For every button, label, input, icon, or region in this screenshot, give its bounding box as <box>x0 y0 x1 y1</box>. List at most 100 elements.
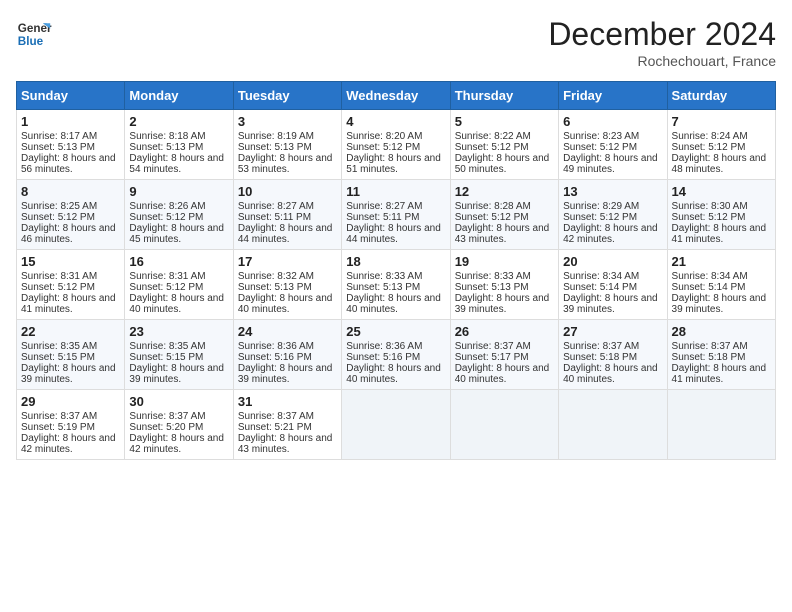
sunset: Sunset: 5:12 PM <box>455 212 529 223</box>
sunrise: Sunrise: 8:28 AM <box>455 201 531 212</box>
calendar-day-cell: 29 Sunrise: 8:37 AM Sunset: 5:19 PM Dayl… <box>17 390 125 460</box>
sunset: Sunset: 5:13 PM <box>21 142 95 153</box>
sunset: Sunset: 5:15 PM <box>21 352 95 363</box>
day-number: 20 <box>563 254 662 269</box>
daylight: Daylight: 8 hours and 41 minutes. <box>21 293 116 315</box>
calendar-week-row: 8 Sunrise: 8:25 AM Sunset: 5:12 PM Dayli… <box>17 180 776 250</box>
sunrise: Sunrise: 8:22 AM <box>455 131 531 142</box>
day-number: 22 <box>21 324 120 339</box>
sunset: Sunset: 5:14 PM <box>563 282 637 293</box>
col-thursday: Thursday <box>450 82 558 110</box>
sunset: Sunset: 5:12 PM <box>346 142 420 153</box>
sunset: Sunset: 5:14 PM <box>672 282 746 293</box>
col-saturday: Saturday <box>667 82 775 110</box>
sunset: Sunset: 5:20 PM <box>129 422 203 433</box>
calendar-day-cell: 6 Sunrise: 8:23 AM Sunset: 5:12 PM Dayli… <box>559 110 667 180</box>
sunrise: Sunrise: 8:37 AM <box>238 411 314 422</box>
daylight: Daylight: 8 hours and 54 minutes. <box>129 153 224 175</box>
sunset: Sunset: 5:13 PM <box>238 282 312 293</box>
day-number: 3 <box>238 114 337 129</box>
sunrise: Sunrise: 8:36 AM <box>238 341 314 352</box>
sunrise: Sunrise: 8:23 AM <box>563 131 639 142</box>
daylight: Daylight: 8 hours and 40 minutes. <box>129 293 224 315</box>
calendar-day-cell: 3 Sunrise: 8:19 AM Sunset: 5:13 PM Dayli… <box>233 110 341 180</box>
calendar-day-cell: 23 Sunrise: 8:35 AM Sunset: 5:15 PM Dayl… <box>125 320 233 390</box>
sunset: Sunset: 5:16 PM <box>346 352 420 363</box>
calendar-day-cell: 30 Sunrise: 8:37 AM Sunset: 5:20 PM Dayl… <box>125 390 233 460</box>
sunrise: Sunrise: 8:20 AM <box>346 131 422 142</box>
day-number: 11 <box>346 184 445 199</box>
sunset: Sunset: 5:12 PM <box>672 142 746 153</box>
sunset: Sunset: 5:12 PM <box>21 212 95 223</box>
calendar-day-cell: 31 Sunrise: 8:37 AM Sunset: 5:21 PM Dayl… <box>233 390 341 460</box>
sunrise: Sunrise: 8:32 AM <box>238 271 314 282</box>
day-number: 13 <box>563 184 662 199</box>
day-number: 2 <box>129 114 228 129</box>
col-wednesday: Wednesday <box>342 82 450 110</box>
calendar-day-cell: 24 Sunrise: 8:36 AM Sunset: 5:16 PM Dayl… <box>233 320 341 390</box>
sunrise: Sunrise: 8:34 AM <box>672 271 748 282</box>
calendar-day-cell: 20 Sunrise: 8:34 AM Sunset: 5:14 PM Dayl… <box>559 250 667 320</box>
daylight: Daylight: 8 hours and 39 minutes. <box>455 293 550 315</box>
sunset: Sunset: 5:13 PM <box>455 282 529 293</box>
daylight: Daylight: 8 hours and 50 minutes. <box>455 153 550 175</box>
calendar-day-cell <box>342 390 450 460</box>
calendar-day-cell: 14 Sunrise: 8:30 AM Sunset: 5:12 PM Dayl… <box>667 180 775 250</box>
day-number: 4 <box>346 114 445 129</box>
sunrise: Sunrise: 8:34 AM <box>563 271 639 282</box>
calendar-day-cell: 19 Sunrise: 8:33 AM Sunset: 5:13 PM Dayl… <box>450 250 558 320</box>
sunrise: Sunrise: 8:17 AM <box>21 131 97 142</box>
day-number: 6 <box>563 114 662 129</box>
daylight: Daylight: 8 hours and 41 minutes. <box>672 223 767 245</box>
sunrise: Sunrise: 8:35 AM <box>129 341 205 352</box>
day-number: 25 <box>346 324 445 339</box>
sunrise: Sunrise: 8:33 AM <box>346 271 422 282</box>
logo: General Blue <box>16 16 52 52</box>
sunrise: Sunrise: 8:18 AM <box>129 131 205 142</box>
calendar-week-row: 29 Sunrise: 8:37 AM Sunset: 5:19 PM Dayl… <box>17 390 776 460</box>
month-title: December 2024 <box>548 16 776 53</box>
sunrise: Sunrise: 8:26 AM <box>129 201 205 212</box>
sunset: Sunset: 5:17 PM <box>455 352 529 363</box>
daylight: Daylight: 8 hours and 39 minutes. <box>21 363 116 385</box>
day-number: 28 <box>672 324 771 339</box>
sunrise: Sunrise: 8:25 AM <box>21 201 97 212</box>
daylight: Daylight: 8 hours and 43 minutes. <box>455 223 550 245</box>
col-tuesday: Tuesday <box>233 82 341 110</box>
daylight: Daylight: 8 hours and 46 minutes. <box>21 223 116 245</box>
sunset: Sunset: 5:12 PM <box>563 212 637 223</box>
sunrise: Sunrise: 8:31 AM <box>129 271 205 282</box>
daylight: Daylight: 8 hours and 42 minutes. <box>129 433 224 455</box>
daylight: Daylight: 8 hours and 39 minutes. <box>238 363 333 385</box>
sunrise: Sunrise: 8:33 AM <box>455 271 531 282</box>
daylight: Daylight: 8 hours and 42 minutes. <box>21 433 116 455</box>
day-number: 30 <box>129 394 228 409</box>
day-number: 5 <box>455 114 554 129</box>
sunset: Sunset: 5:16 PM <box>238 352 312 363</box>
calendar-day-cell: 15 Sunrise: 8:31 AM Sunset: 5:12 PM Dayl… <box>17 250 125 320</box>
calendar-day-cell: 28 Sunrise: 8:37 AM Sunset: 5:18 PM Dayl… <box>667 320 775 390</box>
daylight: Daylight: 8 hours and 53 minutes. <box>238 153 333 175</box>
sunrise: Sunrise: 8:19 AM <box>238 131 314 142</box>
daylight: Daylight: 8 hours and 40 minutes. <box>346 363 441 385</box>
day-number: 23 <box>129 324 228 339</box>
calendar-table: Sunday Monday Tuesday Wednesday Thursday… <box>16 81 776 460</box>
sunrise: Sunrise: 8:30 AM <box>672 201 748 212</box>
day-number: 24 <box>238 324 337 339</box>
sunset: Sunset: 5:12 PM <box>129 212 203 223</box>
calendar-day-cell: 7 Sunrise: 8:24 AM Sunset: 5:12 PM Dayli… <box>667 110 775 180</box>
daylight: Daylight: 8 hours and 39 minutes. <box>129 363 224 385</box>
daylight: Daylight: 8 hours and 42 minutes. <box>563 223 658 245</box>
day-number: 16 <box>129 254 228 269</box>
day-number: 17 <box>238 254 337 269</box>
sunrise: Sunrise: 8:24 AM <box>672 131 748 142</box>
day-number: 15 <box>21 254 120 269</box>
calendar-header-row: Sunday Monday Tuesday Wednesday Thursday… <box>17 82 776 110</box>
calendar-day-cell: 2 Sunrise: 8:18 AM Sunset: 5:13 PM Dayli… <box>125 110 233 180</box>
day-number: 7 <box>672 114 771 129</box>
daylight: Daylight: 8 hours and 39 minutes. <box>563 293 658 315</box>
day-number: 19 <box>455 254 554 269</box>
sunset: Sunset: 5:12 PM <box>21 282 95 293</box>
svg-text:Blue: Blue <box>18 35 44 48</box>
calendar-week-row: 15 Sunrise: 8:31 AM Sunset: 5:12 PM Dayl… <box>17 250 776 320</box>
